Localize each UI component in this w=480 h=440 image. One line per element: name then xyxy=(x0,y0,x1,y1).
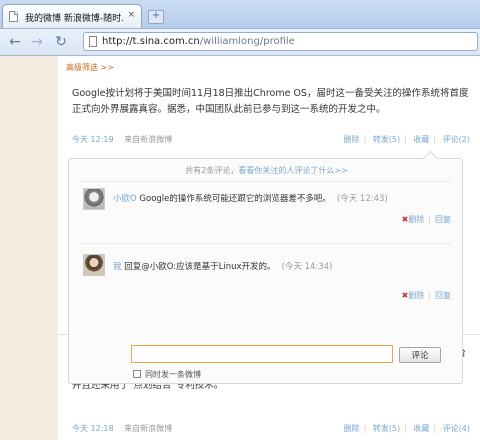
comment-summary: 共有2条评论，看看你关注的人评论了什么>> xyxy=(185,166,348,175)
avatar[interactable] xyxy=(83,254,105,276)
comment-text: 小欧O Google的操作系统可能还跟它的浏览器差不多吧。 (今天 12:43) xyxy=(113,194,388,204)
comment-user[interactable]: 我 xyxy=(113,262,122,272)
submit-comment-button[interactable]: 评论 xyxy=(399,347,441,363)
reply-button[interactable]: 回复 xyxy=(435,215,451,224)
reply-button[interactable]: 回复 xyxy=(435,291,451,300)
also-post-label: 同时发一条微博 xyxy=(145,370,201,379)
browser-toolbar: ← → ↻ http://t.sina.com.cn/williamlong/p… xyxy=(0,29,480,56)
comment-actions: ✖删除 | 回复 xyxy=(401,291,451,300)
favorite-button[interactable]: 收藏 xyxy=(413,424,429,433)
delete-button[interactable]: 删除 xyxy=(344,135,360,144)
post-time[interactable]: 今天 12:18 xyxy=(72,424,114,433)
tab-bar: 我的微博 新浪微博-随时… × + xyxy=(0,0,480,29)
back-icon[interactable]: ← xyxy=(6,33,24,51)
comment-text: 我 回复@小欧O:应该是基于Linux开发的。 (今天 14:34) xyxy=(113,262,333,272)
comment-user[interactable]: 小欧O xyxy=(113,194,137,204)
comment-item: 小欧O Google的操作系统可能还跟它的浏览器差不多吧。 (今天 12:43) … xyxy=(79,181,451,240)
post-meta: 今天 12:18 来自新浪微博 删除 | 转发(5) | 收藏 | 评论(4) xyxy=(72,423,476,434)
page-icon xyxy=(9,11,18,22)
comment-input[interactable] xyxy=(131,345,393,363)
avatar[interactable] xyxy=(83,188,105,210)
delete-button[interactable]: 删除 xyxy=(408,215,424,224)
comment-actions: ✖删除 | 回复 xyxy=(401,215,451,224)
comment-button[interactable]: 评论(4) xyxy=(443,424,470,433)
forward-icon[interactable]: → xyxy=(28,33,46,51)
page-background: 高级筛选 >> Google按计划将于美国时间11月18日推出Chrome OS… xyxy=(0,56,480,440)
followed-comments-link[interactable]: 看看你关注的人评论了什么>> xyxy=(238,166,347,175)
post-source: 来自新浪微博 xyxy=(124,424,173,433)
address-bar[interactable]: http://t.sina.com.cn/williamlong/profile xyxy=(83,32,478,51)
repost-button[interactable]: 转发(5) xyxy=(373,135,400,144)
post-source: 来自新浪微博 xyxy=(124,135,173,144)
delete-button[interactable]: 删除 xyxy=(408,291,424,300)
favorite-button[interactable]: 收藏 xyxy=(413,135,429,144)
close-icon[interactable]: × xyxy=(127,10,135,20)
post-actions: 删除 | 转发(5) | 收藏 | 评论(2) xyxy=(343,135,470,144)
comment-button[interactable]: 评论(2) xyxy=(443,135,470,144)
new-tab-button[interactable]: + xyxy=(148,10,164,24)
page-icon xyxy=(89,36,97,47)
also-post-checkbox[interactable] xyxy=(133,370,141,378)
browser-tab[interactable]: 我的微博 新浪微博-随时… × xyxy=(2,4,142,28)
comment-item: 我 回复@小欧O:应该是基于Linux开发的。 (今天 14:34) ✖删除 | 回复 xyxy=(79,243,451,314)
advanced-filter-link[interactable]: 高级筛选 >> xyxy=(66,62,114,73)
delete-button[interactable]: 删除 xyxy=(344,424,360,433)
post-text: Google按计划将于美国时间11月18日推出Chrome OS，届时这一备受关… xyxy=(72,88,469,115)
reload-icon[interactable]: ↻ xyxy=(52,33,70,51)
tab-title: 我的微博 新浪微博-随时… xyxy=(25,14,125,24)
url-text: http://t.sina.com.cn/williamlong/profile xyxy=(102,36,295,47)
post-meta: 今天 12:19 来自新浪微博 删除 | 转发(5) | 收藏 | 评论(2) xyxy=(72,134,476,145)
repost-button[interactable]: 转发(5) xyxy=(373,424,400,433)
comment-panel: 共有2条评论，看看你关注的人评论了什么>> 小欧O Google的操作系统可能还… xyxy=(68,150,463,384)
post-actions: 删除 | 转发(5) | 收藏 | 评论(4) xyxy=(343,424,470,433)
post-time[interactable]: 今天 12:19 xyxy=(72,135,114,144)
